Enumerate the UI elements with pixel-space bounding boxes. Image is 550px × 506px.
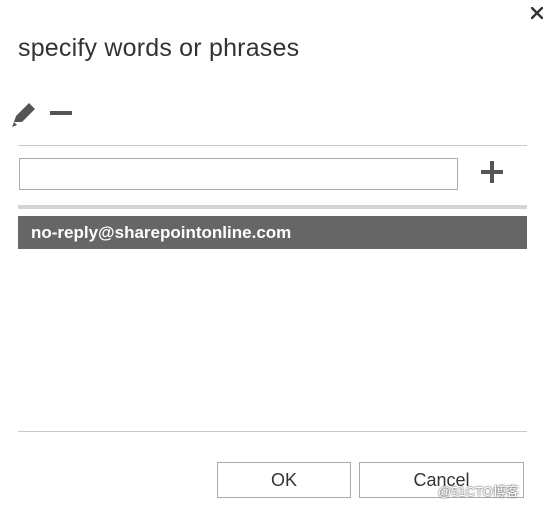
edit-button[interactable] <box>10 100 38 128</box>
pencil-icon <box>12 103 35 127</box>
divider <box>18 145 527 146</box>
plus-icon <box>481 161 503 183</box>
list-item[interactable]: no-reply@sharepointonline.com <box>18 216 527 249</box>
phrase-input[interactable] <box>19 158 458 190</box>
close-icon <box>531 7 543 19</box>
dialog-title: specify words or phrases <box>18 34 300 62</box>
minus-icon <box>50 111 72 115</box>
watermark: @51CTO博客 <box>438 484 519 499</box>
ok-button[interactable]: OK <box>217 462 351 498</box>
close-button[interactable] <box>528 4 546 22</box>
divider <box>18 431 527 432</box>
remove-button[interactable] <box>48 100 74 126</box>
add-button[interactable] <box>478 158 506 186</box>
phrase-list: no-reply@sharepointonline.com <box>18 205 527 425</box>
